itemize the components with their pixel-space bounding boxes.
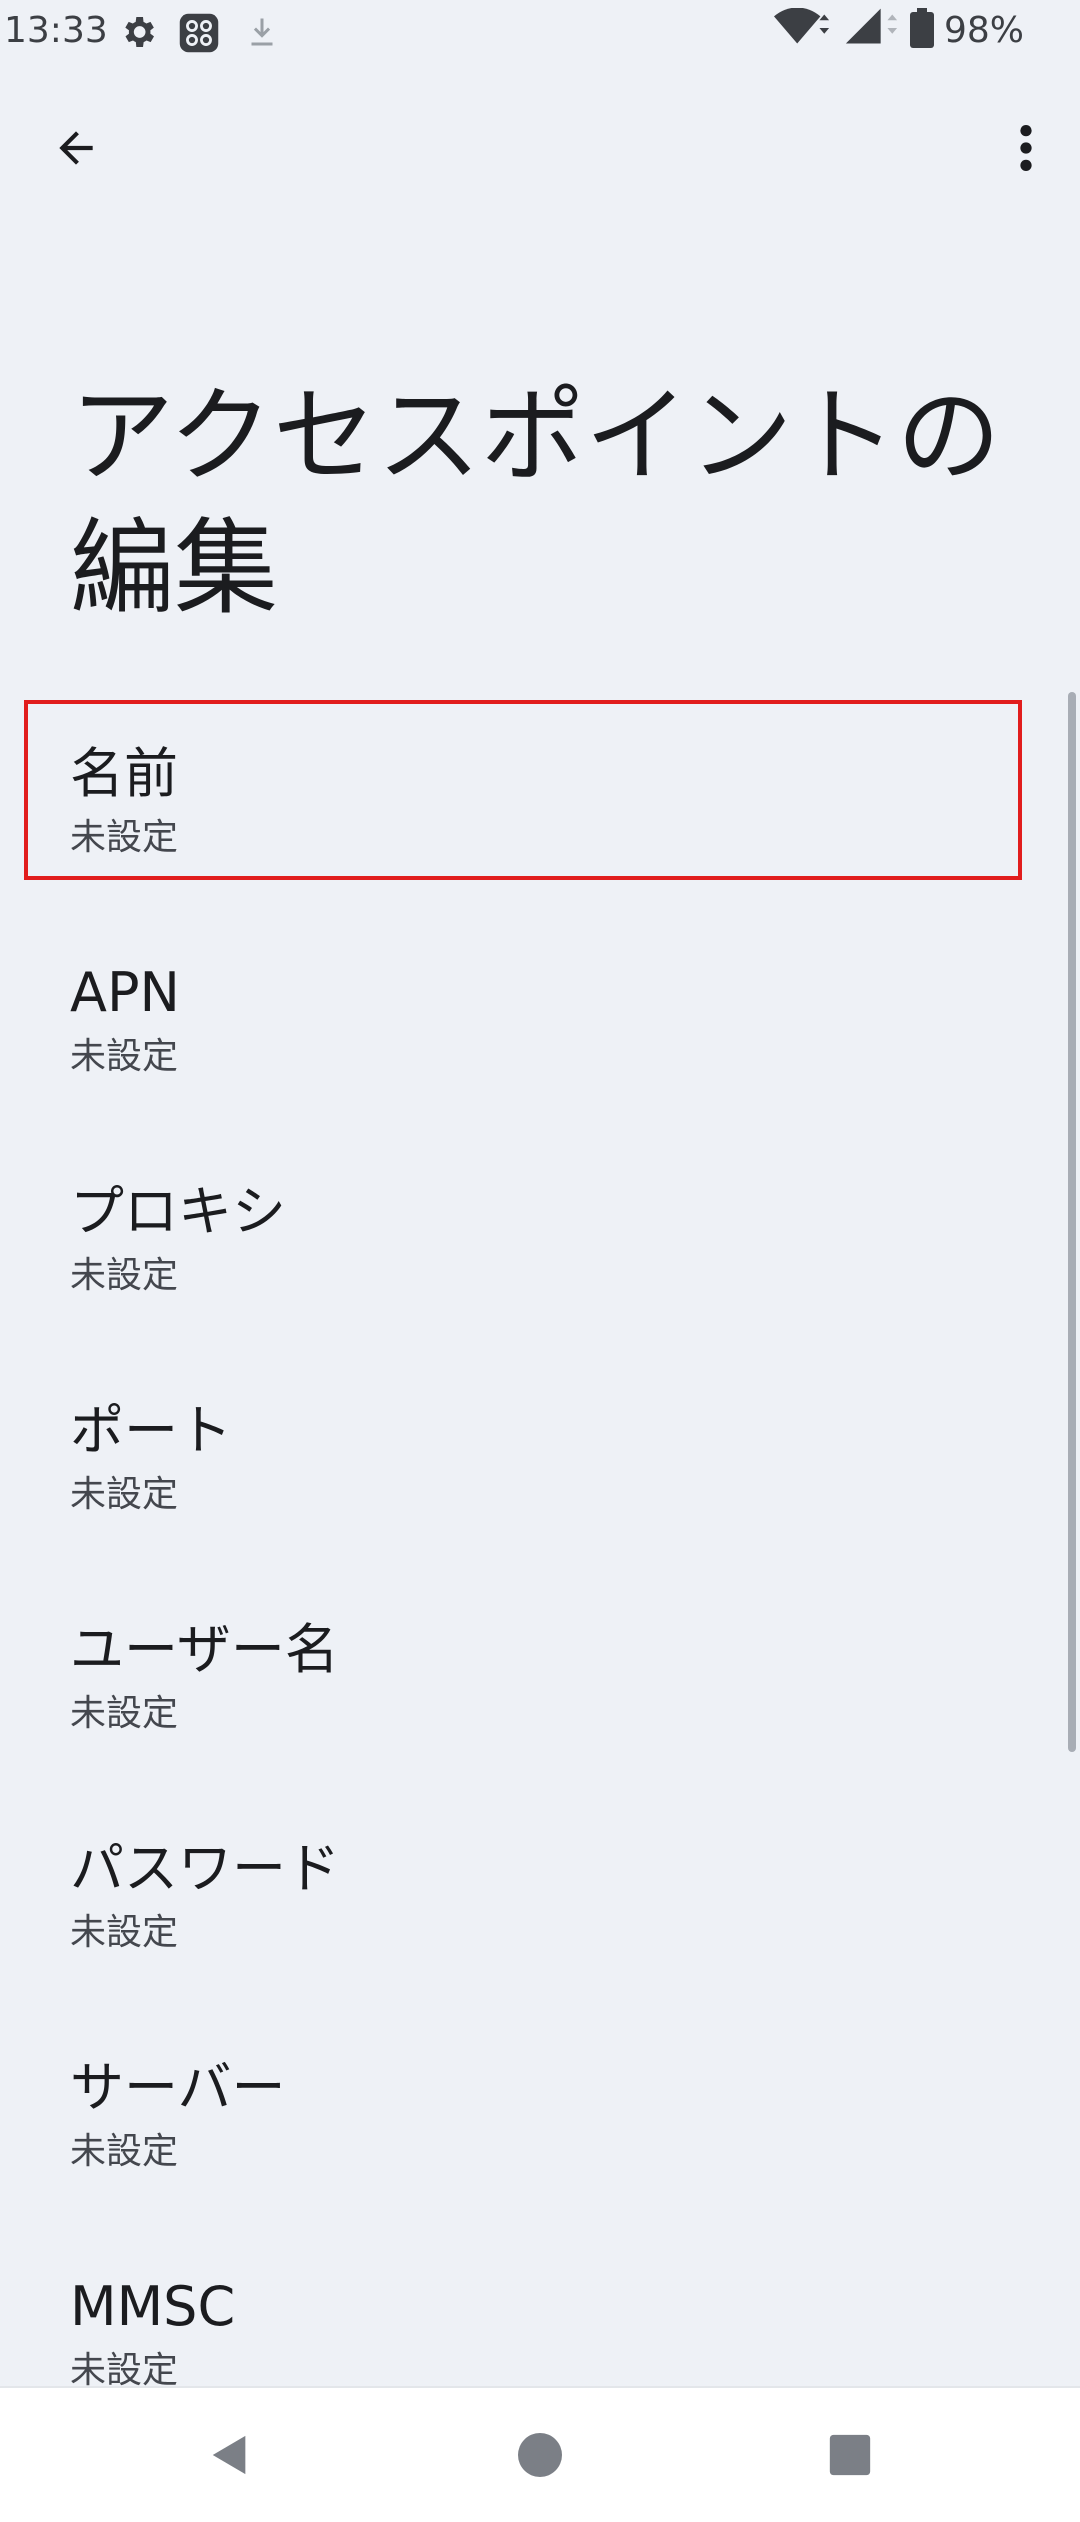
triangle-back-icon xyxy=(207,2432,253,2482)
back-button[interactable] xyxy=(40,114,112,186)
more-options-button[interactable] xyxy=(990,114,1062,186)
status-time: 13:33 xyxy=(4,10,108,51)
item-summary: 未設定 xyxy=(70,1255,179,1296)
battery-icon xyxy=(909,8,934,52)
toolbar xyxy=(0,100,1080,196)
nav-recents-button[interactable] xyxy=(805,2412,895,2502)
wifi-icon xyxy=(773,7,832,52)
nav-back-button[interactable] xyxy=(185,2412,275,2502)
item-title: パスワード xyxy=(70,1837,340,1900)
item-title: 名前 xyxy=(70,742,178,805)
arrow-back-icon xyxy=(51,123,101,177)
item-title: プロキシ xyxy=(70,1180,286,1243)
nav-home-button[interactable] xyxy=(495,2412,585,2502)
item-title: ユーザー名 xyxy=(70,1618,339,1681)
list-item-name[interactable]: 名前 未設定 xyxy=(0,700,1080,919)
square-recents-icon xyxy=(828,2433,872,2481)
list-item-password[interactable]: パスワード 未設定 xyxy=(0,1795,1080,2014)
app-grid-icon xyxy=(178,12,220,58)
page-title: アクセスポイントの編集 xyxy=(70,375,1001,629)
circle-home-icon xyxy=(516,2431,564,2483)
item-summary: 未設定 xyxy=(70,1474,179,1515)
list-item-port[interactable]: ポート 未設定 xyxy=(0,1357,1080,1576)
list-item-server[interactable]: サーバー 未設定 xyxy=(0,2014,1080,2233)
item-title: サーバー xyxy=(70,2056,286,2119)
item-summary: 未設定 xyxy=(70,1036,179,1077)
more-vert-icon xyxy=(1018,122,1034,178)
signal-icon xyxy=(842,8,900,52)
list-item-apn[interactable]: APN 未設定 xyxy=(0,919,1080,1138)
item-summary: 未設定 xyxy=(70,2131,179,2172)
download-icon xyxy=(244,12,280,56)
item-title: ポート xyxy=(70,1399,232,1462)
settings-gear-icon xyxy=(118,12,158,56)
list-item-proxy[interactable]: プロキシ 未設定 xyxy=(0,1138,1080,1357)
item-title: MMSC xyxy=(70,2275,236,2338)
apn-settings-list: 名前 未設定 APN 未設定 プロキシ 未設定 ポート 未設定 ユーザー名 未設… xyxy=(0,700,1080,2452)
status-icons-right: 98% xyxy=(773,7,1024,52)
item-summary: 未設定 xyxy=(70,1912,179,1953)
scrollbar[interactable] xyxy=(1068,692,1076,1752)
item-summary: 未設定 xyxy=(70,1693,179,1734)
battery-percentage: 98% xyxy=(943,9,1024,51)
list-item-username[interactable]: ユーザー名 未設定 xyxy=(0,1576,1080,1795)
item-summary: 未設定 xyxy=(70,817,179,858)
navigation-bar xyxy=(0,2386,1080,2522)
status-bar: 13:33 98% xyxy=(0,0,1080,70)
item-title: APN xyxy=(70,961,180,1024)
